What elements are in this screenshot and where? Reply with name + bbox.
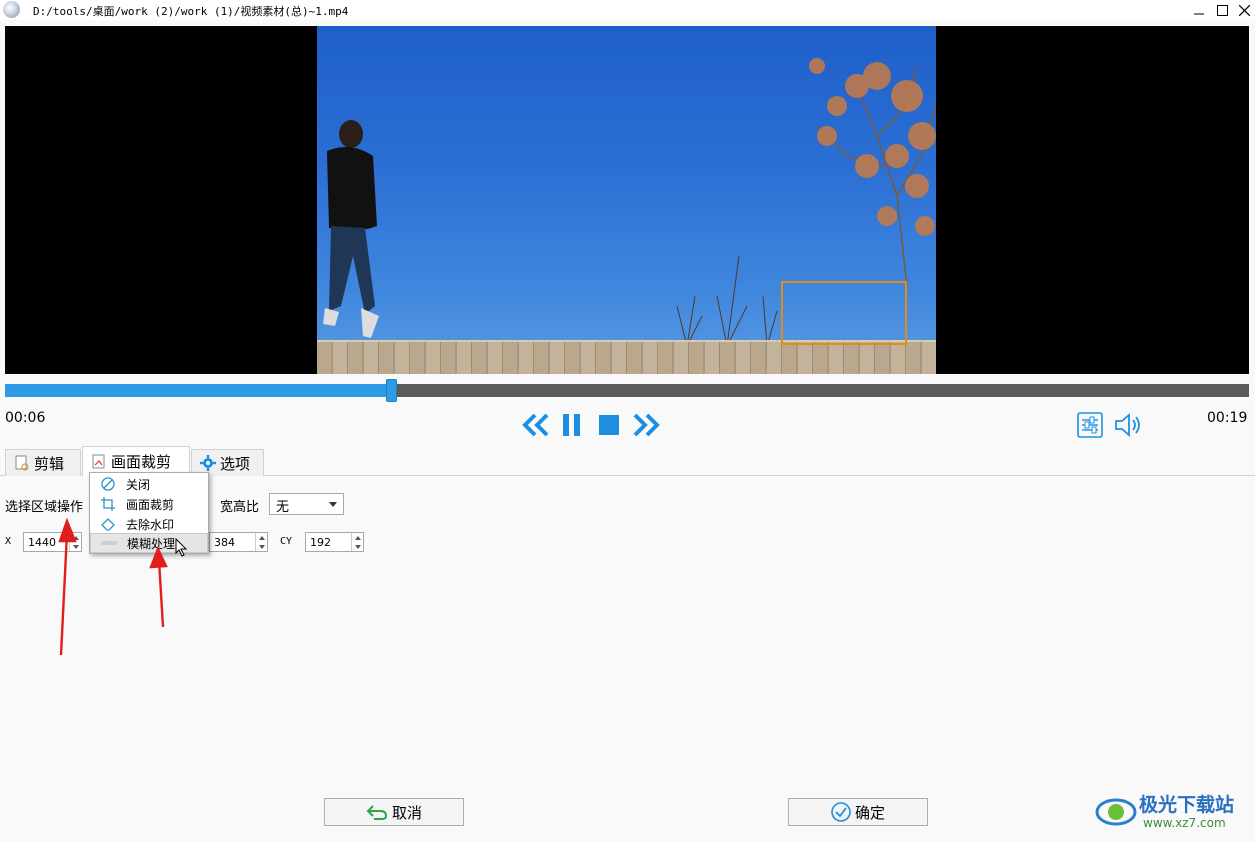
gear-icon — [200, 455, 216, 471]
crop-icon — [101, 497, 115, 511]
video-viewport[interactable] — [5, 26, 1249, 374]
cx-stepper[interactable] — [255, 533, 267, 551]
seek-handle[interactable] — [386, 379, 397, 402]
selection-rectangle[interactable] — [781, 281, 907, 345]
menu-item-crop[interactable]: 画面裁剪 — [90, 494, 208, 514]
site-watermark: 极光下载站 www.xz7.com — [1095, 788, 1247, 834]
fast-forward-icon — [633, 413, 660, 437]
tab-crop-label: 画面裁剪 — [111, 453, 172, 471]
app-icon — [3, 1, 20, 18]
close-button[interactable] — [1231, 0, 1255, 20]
rewind-icon — [522, 413, 549, 437]
cx-value: 384 — [214, 536, 235, 549]
aspect-ratio-label: 宽高比 — [220, 500, 260, 515]
minimize-icon — [1194, 13, 1204, 15]
cy-value: 192 — [310, 536, 331, 549]
bare-branches — [676, 256, 778, 346]
sliders-icon — [1077, 412, 1103, 438]
cy-label: CY — [280, 536, 293, 547]
stop-button[interactable] — [597, 413, 621, 437]
cancel-button-label: 取消 — [391, 803, 422, 822]
speaker-icon — [1115, 413, 1140, 437]
crop-doc-icon — [92, 454, 105, 468]
menu-item-close-label: 关闭 — [126, 477, 151, 492]
fast-forward-button[interactable] — [633, 412, 661, 438]
pause-button[interactable] — [560, 412, 584, 438]
watermark-url: www.xz7.com — [1143, 816, 1226, 830]
tab-edit[interactable]: 剪辑 — [5, 449, 81, 476]
tree-branches — [809, 58, 936, 286]
stone-wall — [317, 342, 936, 374]
person-figure — [323, 120, 379, 338]
menu-item-crop-label: 画面裁剪 — [126, 497, 175, 512]
menu-item-close[interactable]: 关闭 — [90, 474, 208, 494]
watermark-logo-icon — [1095, 798, 1137, 826]
close-icon — [1238, 4, 1250, 16]
volume-button[interactable] — [1112, 411, 1144, 439]
cx-input[interactable]: 384 — [209, 532, 268, 552]
circle-slash-icon — [101, 477, 115, 491]
region-op-label: 选择区域操作 — [5, 500, 84, 515]
ok-button[interactable]: 确定 — [788, 798, 928, 826]
window-title: D:/tools/桌面/work (2)/work (1)/视频素材(总)~1.… — [33, 5, 349, 18]
aspect-ratio-value: 无 — [276, 500, 290, 515]
check-circle-icon — [831, 802, 851, 822]
maximize-icon — [1216, 4, 1228, 16]
aspect-ratio-select[interactable]: 无 — [269, 493, 344, 515]
seek-progress — [5, 384, 391, 397]
video-frame — [317, 26, 936, 374]
title-bar: D:/tools/桌面/work (2)/work (1)/视频素材(总)~1.… — [0, 0, 1255, 20]
pause-icon — [563, 414, 580, 436]
rewind-button[interactable] — [521, 412, 549, 438]
ok-button-label: 确定 — [854, 803, 885, 822]
cy-input[interactable]: 192 — [305, 532, 364, 552]
undo-arrow-icon — [366, 805, 387, 820]
chevron-down-icon — [329, 502, 337, 507]
tab-options-label: 选项 — [220, 454, 251, 473]
annotation-arrows — [58, 517, 168, 656]
tab-edit-label: 剪辑 — [34, 454, 65, 473]
total-time: 00:19 — [1207, 410, 1248, 426]
seek-bar[interactable] — [5, 379, 1249, 402]
current-time: 00:06 — [5, 410, 46, 426]
cancel-button[interactable]: 取消 — [324, 798, 464, 826]
stop-icon — [599, 415, 619, 435]
x-label: X — [5, 536, 12, 547]
settings-sliders-button[interactable] — [1076, 411, 1104, 439]
scissors-doc-icon — [15, 455, 29, 471]
watermark-name: 极光下载站 — [1139, 794, 1235, 816]
cy-stepper[interactable] — [351, 533, 363, 551]
